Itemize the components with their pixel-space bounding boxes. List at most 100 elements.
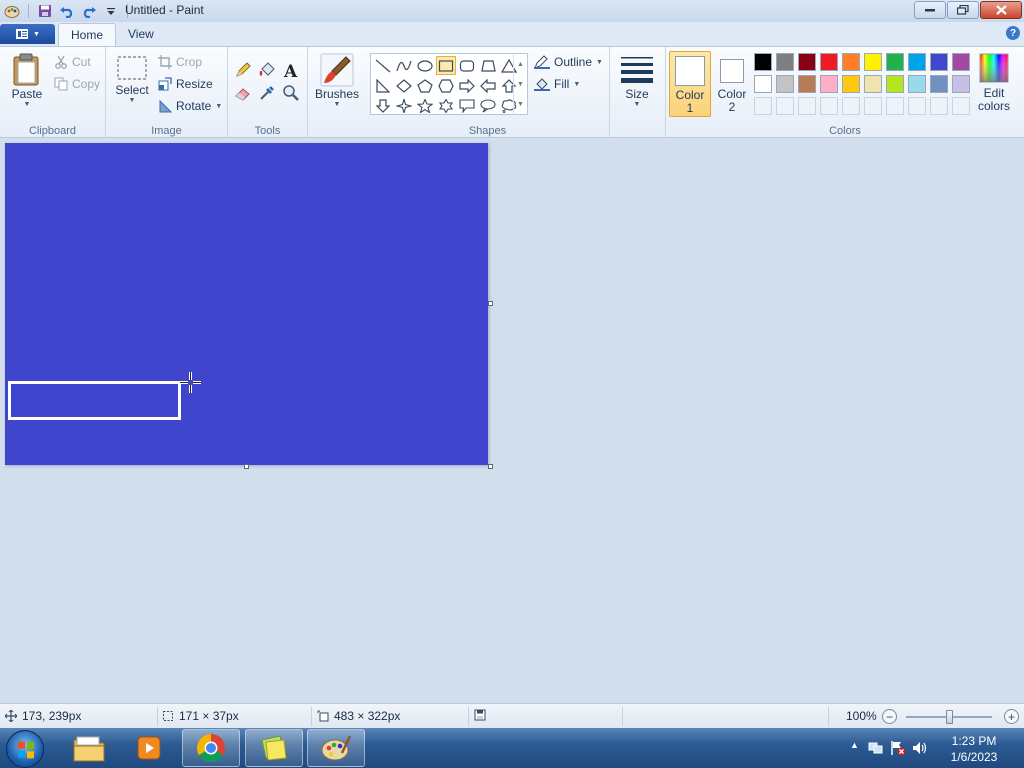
rotate-button[interactable]: Rotate ▼ xyxy=(158,99,222,113)
palette-color-swatch[interactable] xyxy=(930,75,948,93)
palette-color-swatch[interactable] xyxy=(776,53,794,71)
palette-color-swatch[interactable] xyxy=(886,53,904,71)
edit-colors-button[interactable]: Edit colors xyxy=(976,53,1012,113)
palette-color-swatch[interactable] xyxy=(930,53,948,71)
paint-app-icon[interactable] xyxy=(2,2,22,20)
palette-color-swatch[interactable] xyxy=(798,53,816,71)
copy-button[interactable]: Copy xyxy=(54,77,100,91)
cut-button[interactable]: Cut xyxy=(54,55,91,69)
custom-color-slot[interactable] xyxy=(798,97,816,115)
hexagon-shape-icon[interactable] xyxy=(436,76,456,95)
show-hidden-icons-icon[interactable]: ▲ xyxy=(850,740,859,750)
line-shape-icon[interactable] xyxy=(373,56,393,75)
palette-color-swatch[interactable] xyxy=(754,75,772,93)
help-icon[interactable]: ? xyxy=(1006,26,1020,40)
palette-color-swatch[interactable] xyxy=(864,75,882,93)
customize-toolbar-icon[interactable] xyxy=(101,2,121,20)
sticky-notes-button[interactable] xyxy=(245,729,303,767)
palette-color-swatch[interactable] xyxy=(820,53,838,71)
palette-color-swatch[interactable] xyxy=(842,53,860,71)
palette-color-swatch[interactable] xyxy=(908,53,926,71)
scroll-up-icon[interactable]: ▲ xyxy=(517,61,524,68)
left-arrow-shape-icon[interactable] xyxy=(478,76,498,95)
paste-button[interactable]: Paste ▼ xyxy=(8,53,46,108)
expand-gallery-icon[interactable]: ▼ xyxy=(517,101,524,108)
resize-button[interactable]: Resize xyxy=(158,77,213,91)
clock[interactable]: 1:23 PM 1/6/2023 xyxy=(936,733,1012,765)
zoom-slider-thumb[interactable] xyxy=(946,710,953,724)
zoom-slider[interactable] xyxy=(906,710,992,724)
action-center-icon[interactable] xyxy=(890,740,906,756)
custom-color-slot[interactable] xyxy=(776,97,794,115)
resize-handle-bottom[interactable] xyxy=(244,464,249,469)
eraser-icon[interactable] xyxy=(232,82,254,104)
palette-color-swatch[interactable] xyxy=(820,75,838,93)
palette-color-swatch[interactable] xyxy=(798,75,816,93)
palette-color-swatch[interactable] xyxy=(952,53,970,71)
oval-shape-icon[interactable] xyxy=(415,56,435,75)
custom-color-slot[interactable] xyxy=(952,97,970,115)
fill-icon[interactable] xyxy=(256,59,278,81)
oval-callout-shape-icon[interactable] xyxy=(478,96,498,115)
drawing-canvas[interactable] xyxy=(5,143,488,465)
palette-color-swatch[interactable] xyxy=(952,75,970,93)
five-point-star-shape-icon[interactable] xyxy=(415,96,435,115)
resize-handle-right[interactable] xyxy=(488,301,493,306)
custom-color-slot[interactable] xyxy=(820,97,838,115)
color1-button[interactable]: Color 1 xyxy=(669,51,711,117)
custom-color-slot[interactable] xyxy=(886,97,904,115)
close-button[interactable] xyxy=(980,1,1022,19)
tab-home[interactable]: Home xyxy=(58,23,117,46)
pencil-icon[interactable] xyxy=(232,59,254,81)
rect-callout-shape-icon[interactable] xyxy=(457,96,477,115)
redo-icon[interactable] xyxy=(79,2,99,20)
text-icon[interactable]: A xyxy=(280,59,302,81)
shapes-scrollbar[interactable]: ▲ ▼ ▼ xyxy=(513,54,527,114)
undo-icon[interactable] xyxy=(57,2,77,20)
curve-shape-icon[interactable] xyxy=(394,56,414,75)
brushes-button[interactable]: Brushes ▼ xyxy=(312,53,362,108)
palette-color-swatch[interactable] xyxy=(842,75,860,93)
palette-color-swatch[interactable] xyxy=(908,75,926,93)
chrome-button[interactable] xyxy=(182,729,240,767)
four-point-star-shape-icon[interactable] xyxy=(394,96,414,115)
polygon-shape-icon[interactable] xyxy=(478,56,498,75)
network-icon[interactable] xyxy=(868,740,884,756)
magnifier-icon[interactable] xyxy=(280,82,302,104)
drawn-rectangle[interactable] xyxy=(8,381,181,420)
custom-color-slot[interactable] xyxy=(754,97,772,115)
save-icon[interactable] xyxy=(35,2,55,20)
tab-view[interactable]: View xyxy=(116,23,166,46)
color2-button[interactable]: Color 2 xyxy=(713,51,751,117)
paint-button[interactable] xyxy=(307,729,365,767)
resize-handle-corner[interactable] xyxy=(488,464,493,469)
select-button[interactable]: Select ▼ xyxy=(114,55,150,104)
down-arrow-shape-icon[interactable] xyxy=(373,96,393,115)
zoom-out-button[interactable]: − xyxy=(882,709,897,724)
custom-color-slot[interactable] xyxy=(930,97,948,115)
media-player-button[interactable] xyxy=(120,729,178,767)
palette-color-swatch[interactable] xyxy=(754,53,772,71)
start-button[interactable] xyxy=(6,730,44,768)
palette-color-swatch[interactable] xyxy=(864,53,882,71)
right-triangle-shape-icon[interactable] xyxy=(373,76,393,95)
rounded-rectangle-shape-icon[interactable] xyxy=(457,56,477,75)
minimize-button[interactable] xyxy=(914,1,946,19)
right-arrow-shape-icon[interactable] xyxy=(457,76,477,95)
custom-color-slot[interactable] xyxy=(842,97,860,115)
scroll-down-icon[interactable]: ▼ xyxy=(517,81,524,88)
file-explorer-button[interactable] xyxy=(60,729,118,767)
palette-color-swatch[interactable] xyxy=(886,75,904,93)
zoom-in-button[interactable]: + xyxy=(1004,709,1019,724)
custom-color-slot[interactable] xyxy=(864,97,882,115)
color-picker-icon[interactable] xyxy=(256,82,278,104)
palette-color-swatch[interactable] xyxy=(776,75,794,93)
diamond-shape-icon[interactable] xyxy=(394,76,414,95)
rectangle-shape-icon[interactable] xyxy=(436,56,456,75)
maximize-button[interactable] xyxy=(947,1,979,19)
paint-menu-button[interactable]: ▼ xyxy=(0,24,55,44)
fill-button[interactable]: Fill ▼ xyxy=(534,77,580,91)
crop-button[interactable]: Crop xyxy=(158,55,202,69)
outline-button[interactable]: Outline ▼ xyxy=(534,55,603,69)
size-button[interactable]: Size ▼ xyxy=(618,53,656,108)
